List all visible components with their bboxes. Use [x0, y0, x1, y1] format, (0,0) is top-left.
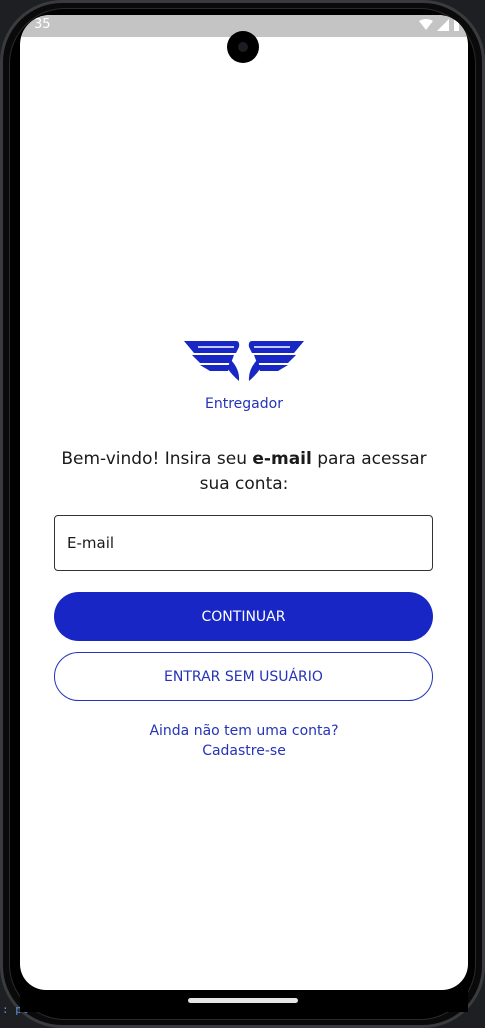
signup-link[interactable]: Ainda não tem uma conta? Cadastre-se: [20, 721, 468, 761]
battery-icon: [454, 19, 459, 31]
email-field[interactable]: [54, 515, 433, 571]
wifi-icon: [419, 19, 433, 30]
continue-button[interactable]: CONTINUAR: [54, 592, 433, 641]
welcome-email-emphasis: e-mail: [252, 449, 312, 469]
enter-without-user-button[interactable]: ENTRAR SEM USUÁRIO: [54, 652, 433, 701]
email-input[interactable]: [55, 516, 432, 570]
signup-action[interactable]: Cadastre-se: [20, 741, 468, 761]
home-indicator[interactable]: [188, 998, 298, 1003]
app-screen: 35 Entregador Bem-vindo! Insira seu e-ma…: [20, 15, 468, 990]
signal-icon: [437, 19, 449, 31]
front-camera: [227, 31, 259, 63]
status-icons: [419, 19, 460, 31]
brand-name: Entregador: [205, 396, 283, 412]
winged-logo-icon: [184, 341, 304, 381]
status-time: 35: [34, 17, 51, 32]
signup-question[interactable]: Ainda não tem uma conta?: [20, 721, 468, 741]
welcome-prefix: Bem-vindo! Insira seu: [61, 449, 253, 469]
welcome-message: Bem-vindo! Insira seu e-mail para acessa…: [50, 447, 438, 497]
